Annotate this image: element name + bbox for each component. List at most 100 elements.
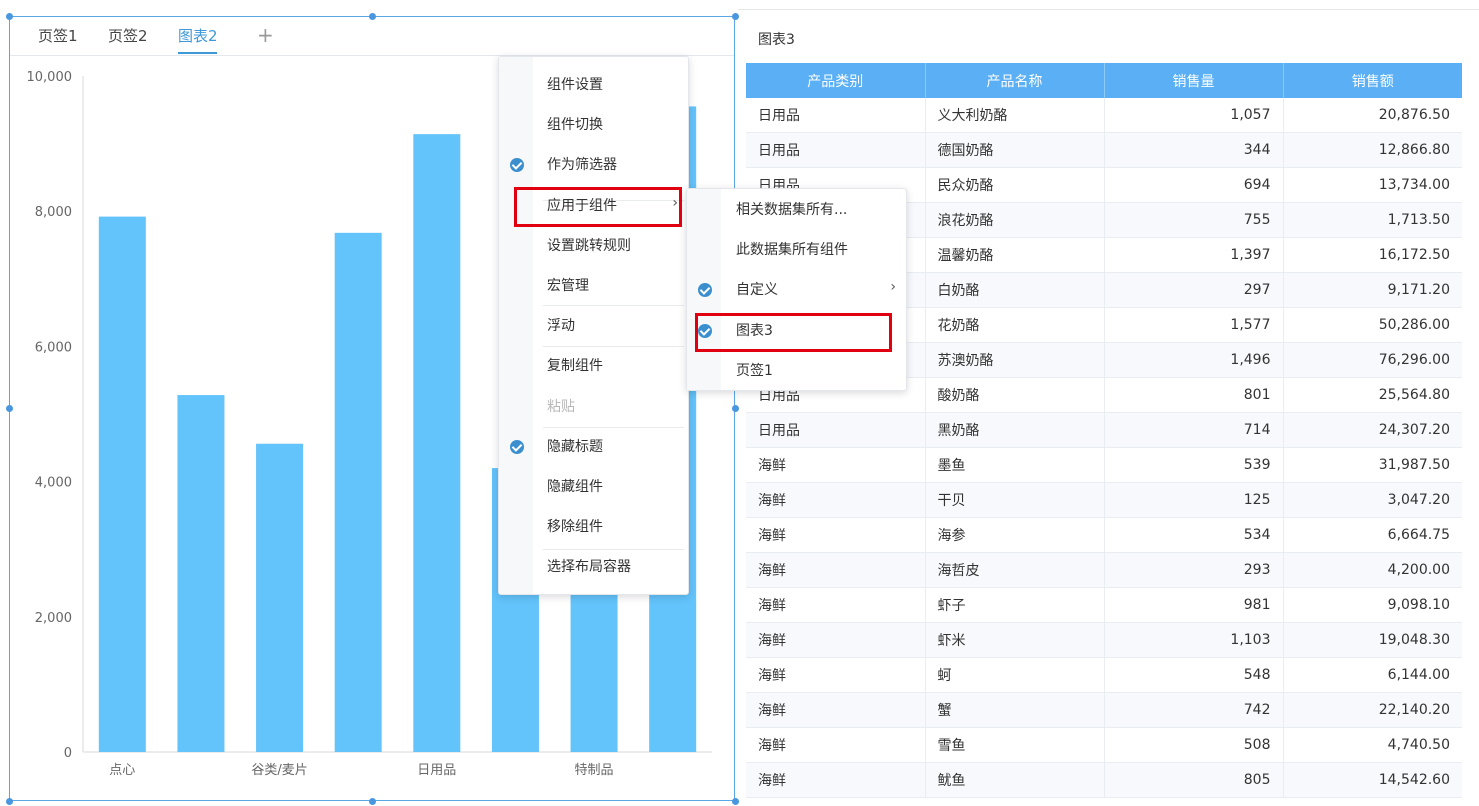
context-menu-item[interactable]: 宏管理 bbox=[499, 266, 688, 306]
table-cell: 雪鱼 bbox=[925, 727, 1105, 763]
table-row[interactable]: 海鲜蚵 548 6,144.00 bbox=[746, 657, 1462, 693]
table-cell: 鱿鱼 bbox=[925, 762, 1105, 798]
table-cell: 19,048.30 bbox=[1283, 622, 1462, 658]
column-header-product[interactable]: 产品名称 bbox=[925, 63, 1105, 98]
context-menu-item-label: 宏管理 bbox=[547, 278, 589, 294]
table-cell: 白奶酪 bbox=[925, 272, 1105, 308]
context-menu-item[interactable]: 移除组件 bbox=[499, 507, 688, 547]
table-cell: 4,200.00 bbox=[1283, 552, 1462, 588]
y-tick-label: 2,000 bbox=[35, 611, 72, 626]
table-cell: 海鲜 bbox=[746, 482, 926, 518]
table-cell: 1,577 bbox=[1104, 307, 1284, 343]
table-cell: 6,144.00 bbox=[1283, 657, 1462, 693]
table-cell: 虾子 bbox=[925, 587, 1105, 623]
table-cell: 16,172.50 bbox=[1283, 237, 1462, 273]
x-tick-label: 日用品 bbox=[417, 763, 456, 778]
table-cell: 12,866.80 bbox=[1283, 132, 1462, 168]
apply-to-component-submenu: 相关数据集所有... 此数据集所有组件 自定义 › 图表3 页签1 bbox=[686, 188, 907, 391]
table-row[interactable]: 海鲜 海参 534 6,664.75 bbox=[746, 517, 1462, 553]
chevron-right-icon: › bbox=[890, 279, 896, 296]
table-cell: 海鲜 bbox=[746, 657, 926, 693]
tab-page1[interactable]: 页签1 bbox=[38, 26, 78, 46]
table-row[interactable]: 海鲜 虾子 981 9,098.10 bbox=[746, 587, 1462, 623]
table-cell: 755 bbox=[1104, 202, 1284, 238]
add-tab-button[interactable]: + bbox=[257, 23, 274, 47]
table-cell: 694 bbox=[1104, 167, 1284, 203]
table-cell: 344 bbox=[1104, 132, 1284, 168]
table-cell: 534 bbox=[1104, 517, 1284, 553]
table-cell: 31,987.50 bbox=[1283, 447, 1462, 483]
table-row[interactable]: 海鲜 干贝 125 3,047.20 bbox=[746, 482, 1462, 518]
table-cell: 海参 bbox=[925, 517, 1105, 553]
chart-bar[interactable] bbox=[177, 395, 225, 752]
table-cell: 76,296.00 bbox=[1283, 342, 1462, 378]
table-cell: 508 bbox=[1104, 727, 1284, 763]
submenu-item-label: 自定义 bbox=[736, 282, 778, 299]
tab-page2[interactable]: 页签2 bbox=[108, 26, 148, 46]
table-cell: 548 bbox=[1104, 657, 1284, 693]
submenu-item-label: 此数据集所有组件 bbox=[736, 242, 848, 259]
table-cell: 海鲜 bbox=[746, 622, 926, 658]
context-menu-item-label: 粘贴 bbox=[547, 398, 575, 415]
chart-bar[interactable] bbox=[256, 443, 304, 752]
table-cell: 13,734.00 bbox=[1283, 167, 1462, 203]
table-cell: 海鲜 bbox=[746, 517, 926, 553]
table-row[interactable]: 海鲜蟹 742 22,140.20 bbox=[746, 692, 1462, 728]
table-cell: 714 bbox=[1104, 412, 1284, 448]
submenu-item[interactable]: 此数据集所有组件 bbox=[687, 230, 906, 270]
top-divider bbox=[738, 9, 1479, 10]
column-header-quantity[interactable]: 销售量 bbox=[1104, 63, 1284, 98]
context-menu-item-label: 隐藏组件 bbox=[547, 479, 603, 495]
y-tick-label: 8,000 bbox=[35, 205, 72, 220]
table-row[interactable]: 海鲜 墨鱼 539 31,987.50 bbox=[746, 447, 1462, 483]
context-menu-item[interactable]: 隐藏组件 bbox=[499, 467, 688, 507]
x-tick-label: 特制品 bbox=[575, 763, 614, 778]
table-row[interactable]: 海鲜 鱿鱼 805 14,542.60 bbox=[746, 762, 1462, 798]
chart-bar[interactable] bbox=[413, 134, 461, 753]
context-menu-item[interactable]: 组件切换 bbox=[499, 105, 688, 145]
table-row[interactable]: 海鲜 雪鱼 508 4,740.50 bbox=[746, 727, 1462, 763]
table-row[interactable]: 日用品 德国奶酪 344 12,866.80 bbox=[746, 132, 1462, 168]
table-cell: 花奶酪 bbox=[925, 307, 1105, 343]
tab-chart2[interactable]: 图表2 bbox=[178, 26, 218, 46]
context-menu-item[interactable]: 作为筛选器 bbox=[499, 145, 688, 185]
submenu-item[interactable]: 自定义 › bbox=[687, 270, 906, 310]
table-cell: 742 bbox=[1104, 692, 1284, 728]
context-menu-item[interactable]: 复制组件 bbox=[499, 346, 688, 386]
table-cell: 蟹 bbox=[925, 692, 1105, 728]
table-cell: 22,140.20 bbox=[1283, 692, 1462, 728]
table-cell: 民众奶酪 bbox=[925, 167, 1105, 203]
chart-bar[interactable] bbox=[334, 232, 382, 752]
submenu-item[interactable]: 相关数据集所有... bbox=[687, 190, 906, 230]
tab-bar: 页签1 页签2 图表2 + bbox=[10, 17, 734, 56]
table-cell: 海鲜 bbox=[746, 762, 926, 798]
table-cell: 1,713.50 bbox=[1283, 202, 1462, 238]
context-menu-item[interactable]: 组件设置 bbox=[499, 65, 688, 105]
column-header-sales[interactable]: 销售额 bbox=[1283, 63, 1462, 98]
table-cell: 德国奶酪 bbox=[925, 132, 1105, 168]
table-cell: 9,171.20 bbox=[1283, 272, 1462, 308]
table-cell: 125 bbox=[1104, 482, 1284, 518]
table-cell: 981 bbox=[1104, 587, 1284, 623]
table-row[interactable]: 日用品 义大利奶酪 1,057 20,876.50 bbox=[746, 98, 1462, 133]
x-tick-label: 点心 bbox=[109, 763, 135, 778]
context-menu-item[interactable]: 设置跳转规则 bbox=[499, 226, 688, 266]
table-cell: 苏澳奶酪 bbox=[925, 342, 1105, 378]
context-menu-item[interactable]: 选择布局容器 bbox=[499, 547, 688, 587]
context-menu-item-label: 隐藏标题 bbox=[547, 438, 603, 455]
table-row[interactable]: 海鲜 虾米 1,103 19,048.30 bbox=[746, 622, 1462, 658]
table-row[interactable]: 海鲜 海哲皮 293 4,200.00 bbox=[746, 552, 1462, 588]
submenu-item[interactable]: 页签1 bbox=[687, 351, 906, 391]
column-header-category[interactable]: 产品类别 bbox=[746, 63, 926, 98]
chart-bar[interactable] bbox=[98, 216, 146, 752]
x-tick-label: 谷类/麦片 bbox=[251, 763, 307, 778]
context-menu-item[interactable]: 浮动 bbox=[499, 306, 688, 346]
table-row[interactable]: 日用品 黑奶酪 714 24,307.20 bbox=[746, 412, 1462, 448]
highlight-chart3-option bbox=[695, 313, 892, 352]
context-menu-item[interactable]: 隐藏标题 bbox=[499, 427, 688, 467]
y-tick-label: 0 bbox=[64, 746, 72, 761]
table-cell: 墨鱼 bbox=[925, 447, 1105, 483]
context-menu-item-label: 组件切换 bbox=[547, 117, 603, 134]
check-circle-icon bbox=[698, 283, 712, 298]
data-table: 产品类别 产品名称 销售量 销售额 日用品 义大利奶酪 1,057 20,876.50… bbox=[746, 63, 1462, 798]
